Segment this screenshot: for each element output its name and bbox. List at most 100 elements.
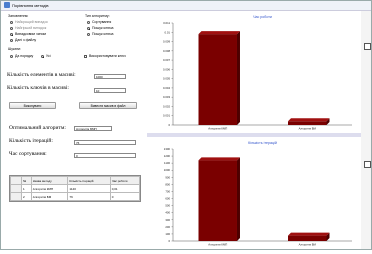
fill-option-radio-0[interactable] [10,21,13,24]
algo-option-label-0: Сортування [92,20,112,24]
column-header[interactable]: Назва методу [30,176,69,185]
table-cell[interactable]: Алгоритм КМП [30,184,69,193]
bar-side [236,157,240,241]
iterations-chart-svg: Кількість ітерацій 0 100 200 300 400 500 600 700… [164,141,352,247]
keys-label: Кількість ключів в масиві: [7,85,69,91]
bar-top [198,31,240,35]
fill-option-label-0: Найкращий випадок [15,20,48,24]
bar-top [288,232,330,236]
column-header[interactable]: Кількість ітерацій [67,176,111,185]
order-option-label-0: Да порядку [15,54,34,58]
column-header[interactable]: № [21,176,32,185]
y-tick-label: 1100 [164,161,170,165]
time-chart: Час роботи 0 0.001 0.002 0.003 0.004 0.005 0.00… [147,11,361,133]
y-tick-label: 900 [165,175,170,179]
algo-option-label-2: Пошук ключа [92,32,114,36]
y-tick-label: 0 [168,123,170,127]
iterations-label: Кількість ітерацій: [9,138,53,144]
y-tick-label: 700 [165,189,170,193]
order-group-title: Шукати: [8,47,21,51]
title-bar: Порівняння методів [1,1,371,11]
row-header-corner [10,176,22,185]
table-cell[interactable]: 0 [109,192,141,201]
table-cell[interactable]: Алгоритм БМ [30,192,69,201]
y-tick-label: 0.002 [163,104,170,108]
count-input[interactable]: 1000 [94,74,126,79]
bar[interactable] [288,235,327,241]
y-tick-label: 0.001 [163,114,170,118]
time-label: Час сортування: [9,151,47,157]
chart-title: Кількість ітерацій [248,141,277,145]
y-tick-label: 0.009 [163,40,170,44]
fill-option-radio-1[interactable] [10,27,13,30]
fill-group-title: Заповнення: [8,14,29,18]
table-cell[interactable]: 2 [21,192,32,201]
count-label: Кількість елементів в масиві: [7,72,76,78]
bar[interactable] [198,160,237,241]
table-cell[interactable]: 0,01 [109,184,141,193]
y-tick-label: 0.01 [165,30,171,34]
x-tick-label: Алгоритм БМ [299,127,317,131]
time-chart-legend-icon[interactable] [364,43,371,50]
y-tick-label: 100 [165,232,170,236]
fill-option-radio-3[interactable] [10,39,13,42]
chart-title: Час роботи [253,15,272,19]
y-tick-label: 300 [165,218,170,222]
x-tick-label: Алгоритм КМП [208,243,227,247]
y-tick-label: 600 [165,197,170,201]
y-tick-label: 400 [165,211,170,215]
table-row[interactable]: 2 Алгоритм БМ 76 0 [10,192,141,201]
table-header-row: № Назва методу Кількість ітерацій Час ро… [10,176,141,185]
y-tick-label: 1200 [164,154,171,158]
fill-option-radio-2[interactable] [10,33,13,36]
y-tick-label: 0.011 [163,21,170,25]
row-header[interactable] [10,184,22,193]
order-option-radio-1[interactable] [41,55,44,58]
y-tick-label: 800 [165,182,170,186]
y-tick-label: 0.006 [163,67,170,71]
y-tick-label: 0.008 [163,49,170,53]
algo-option-radio-2[interactable] [87,33,90,36]
results-table: № Назва методу Кількість ітерацій Час ро… [9,175,141,202]
bar-top [198,157,240,161]
table-cell[interactable]: 1140 [67,184,111,193]
table-row[interactable]: 1 Алгоритм КМП 1140 0,01 [10,184,141,193]
keys-input[interactable]: 10 [94,88,126,93]
fill-option-label-2: Випадковим чином [15,32,46,36]
y-tick-label: 200 [165,225,170,229]
iterations-chart-legend-icon[interactable] [364,161,371,168]
time-chart-svg: Час роботи 0 0.001 0.002 0.003 0.004 0.005 0.00… [163,15,352,131]
bar[interactable] [198,34,237,125]
y-tick-label: 0.005 [163,77,170,81]
x-tick-label: Алгоритм КМП [208,127,227,131]
y-tick-label: 0.007 [163,58,170,62]
bar-side [236,31,240,125]
x-tick-label: Алгоритм БМ [299,243,317,247]
y-tick-label: 0.004 [163,86,170,90]
fill-option-label-1: Найгірший випадок [15,26,47,30]
order-option-label-1: Усі [46,54,51,58]
row-header[interactable] [10,192,22,201]
bar-top [288,118,330,122]
y-tick-label: 1000 [164,168,171,172]
optimal-label: Оптимальний алгоритм: [9,125,66,131]
algo-option-radio-1[interactable] [87,27,90,30]
use-key-checkbox[interactable] [84,55,87,58]
bar[interactable] [288,121,327,125]
time-output: 0 [74,153,136,158]
algo-group-title: Тип алгоритму: [85,14,110,18]
iterations-output: 76 [74,140,136,145]
app-icon [4,2,10,8]
column-header[interactable]: Час роботи [109,176,141,185]
y-tick-label: 500 [165,204,170,208]
optimal-output: Алгоритм БМП [74,126,112,131]
table-cell[interactable]: 1 [21,184,32,193]
algo-option-radio-0[interactable] [87,21,90,24]
table-cell[interactable]: 76 [67,192,111,201]
order-option-radio-0[interactable] [10,55,13,58]
window-title: Порівняння методів [12,3,49,8]
execute-button[interactable]: Виконувати [9,102,56,109]
iterations-chart: Кількість ітерацій 0 100 200 300 400 500 600 700… [147,137,361,249]
save-to-file-button[interactable]: Вивести масив в файл [79,102,137,109]
fill-option-label-3: Дані з файлу [15,38,37,42]
